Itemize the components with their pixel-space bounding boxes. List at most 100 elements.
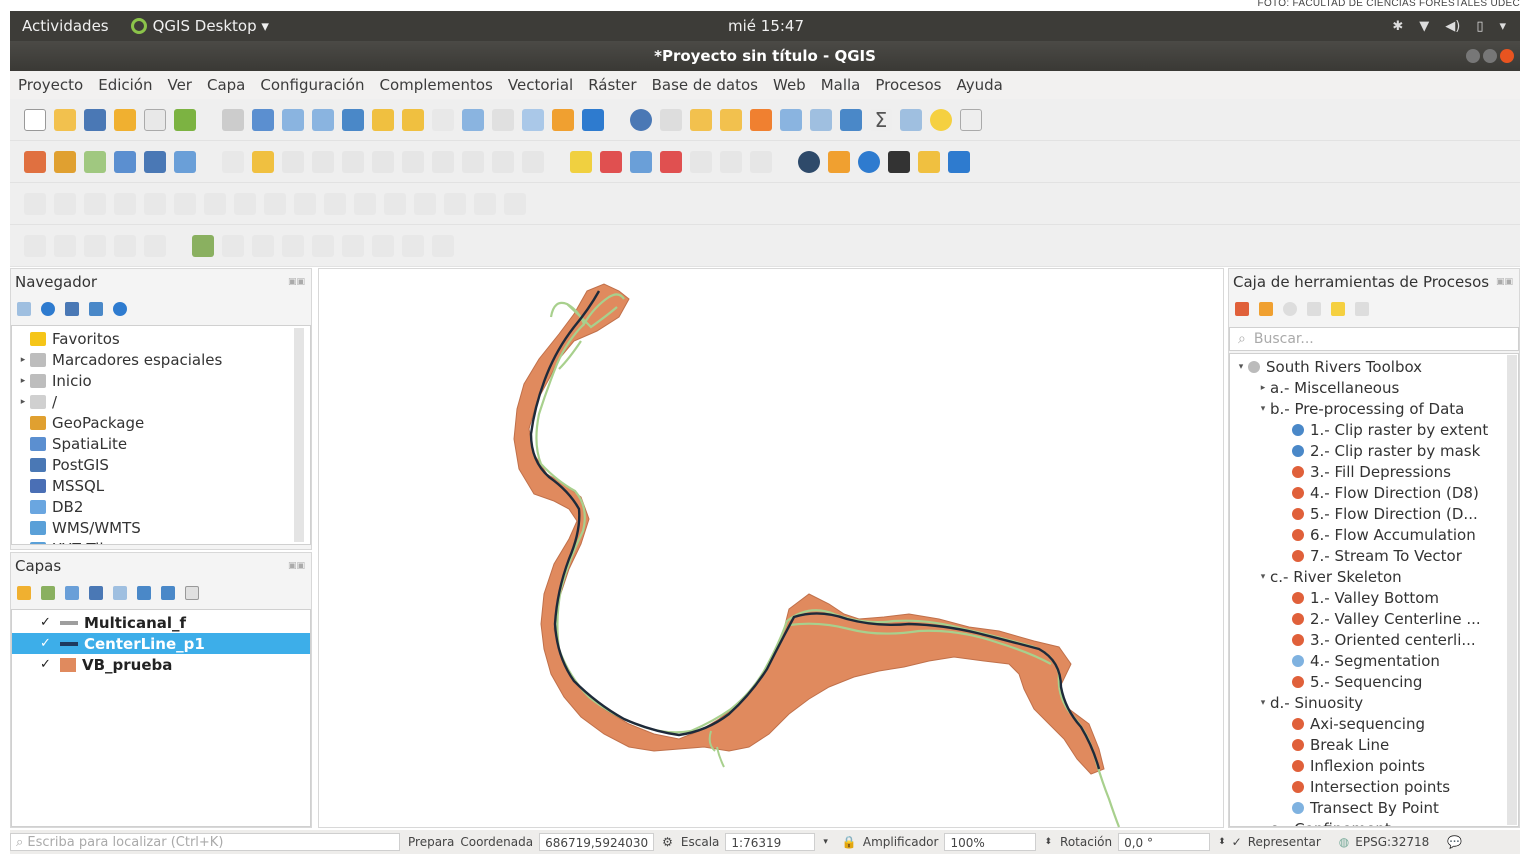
algorithm-item[interactable]: 1.- Valley Bottom: [1230, 587, 1518, 608]
expand-arrow-icon[interactable]: ▸: [1256, 383, 1270, 393]
mesh-tool-icon[interactable]: [432, 234, 454, 257]
filter-legend-icon[interactable]: [89, 586, 103, 600]
menu-raster[interactable]: Ráster: [588, 76, 636, 94]
processing-group[interactable]: ▾ c.- River Skeleton: [1230, 566, 1518, 587]
algorithm-item[interactable]: 4.- Segmentation: [1230, 650, 1518, 671]
layer-symbol-icon[interactable]: [60, 620, 78, 625]
avoid-overlap-icon[interactable]: [402, 234, 424, 257]
results-viewer-icon[interactable]: [1307, 302, 1321, 316]
layer-visibility-checkbox[interactable]: ✓: [40, 615, 54, 630]
menu-capa[interactable]: Capa: [207, 76, 245, 94]
label-tool-icon[interactable]: [570, 150, 592, 173]
rectangle-icon[interactable]: [114, 234, 136, 257]
run-action-icon[interactable]: [660, 108, 682, 131]
circular-string-icon[interactable]: [24, 234, 46, 257]
multichannel-line[interactable]: [535, 293, 1121, 828]
data-source-manager-icon[interactable]: [24, 150, 46, 173]
zoom-to-layer-icon[interactable]: [402, 108, 424, 131]
browser-item[interactable]: ▸ /: [16, 391, 310, 412]
render-checkbox[interactable]: ✓: [1232, 835, 1242, 849]
circle-icon[interactable]: [54, 234, 76, 257]
lock-scale-icon[interactable]: 🔒: [842, 835, 857, 849]
cut-features-icon[interactable]: [402, 150, 424, 173]
redo-icon[interactable]: [522, 150, 544, 173]
collapse-all-icon[interactable]: [161, 586, 175, 600]
highlight-labels-icon[interactable]: [630, 150, 652, 173]
menu-proyecto[interactable]: Proyecto: [18, 76, 83, 94]
models-icon[interactable]: [1235, 302, 1249, 316]
menu-procesos[interactable]: Procesos: [875, 76, 941, 94]
statistics-sum-icon[interactable]: Σ: [870, 108, 892, 131]
app-menu-button[interactable]: QGIS Desktop ▾: [130, 17, 269, 35]
algorithm-item[interactable]: Axi-sequencing: [1230, 713, 1518, 734]
browser-item[interactable]: WMS/WMTS: [16, 517, 310, 538]
collapse-all-icon[interactable]: [89, 302, 103, 316]
measure-icon[interactable]: [900, 108, 922, 131]
zoom-in-icon[interactable]: [282, 108, 304, 131]
add-wms-icon[interactable]: [174, 150, 196, 173]
layer-visibility-checkbox[interactable]: ✓: [40, 657, 54, 672]
edit-features-in-place-icon[interactable]: [1331, 302, 1345, 316]
toggle-editing-icon[interactable]: [252, 150, 274, 173]
rotation-spin-icon[interactable]: ⬍: [1218, 837, 1226, 847]
zoom-out-icon[interactable]: [312, 108, 334, 131]
menu-configuracion[interactable]: Configuración: [260, 76, 364, 94]
toggle-extents-icon[interactable]: ⚙: [662, 835, 673, 849]
show-labels-icon[interactable]: [660, 150, 682, 173]
current-edits-icon[interactable]: [222, 150, 244, 173]
add-group-icon[interactable]: [41, 586, 55, 600]
delete-part-icon[interactable]: [234, 192, 256, 215]
zoom-native-icon[interactable]: [432, 108, 454, 131]
messages-icon[interactable]: 💬: [1447, 835, 1462, 849]
system-menu-chevron-icon[interactable]: ▾: [1499, 19, 1506, 34]
browser-item[interactable]: DB2: [16, 496, 310, 517]
split-features-icon[interactable]: [324, 192, 346, 215]
expand-arrow-icon[interactable]: ▸: [1256, 824, 1270, 827]
zoom-full-icon[interactable]: [342, 108, 364, 131]
snapping-layers-icon[interactable]: [222, 234, 244, 257]
panel-float-close-icon[interactable]: ▣▣: [288, 561, 305, 571]
rotate-feature-icon[interactable]: [54, 192, 76, 215]
open-layer-styling-icon[interactable]: [17, 586, 31, 600]
vertex-tool-icon[interactable]: [342, 150, 364, 173]
browser-item[interactable]: GeoPackage: [16, 412, 310, 433]
algorithm-item[interactable]: 2.- Valley Centerline ...: [1230, 608, 1518, 629]
scale-field[interactable]: 1:76319: [725, 833, 816, 851]
algorithm-item[interactable]: Transect By Point: [1230, 797, 1518, 818]
expand-arrow-icon[interactable]: ▾: [1234, 362, 1248, 372]
save-edits-icon[interactable]: [282, 150, 304, 173]
filter-expression-icon[interactable]: [113, 586, 127, 600]
menu-edicion[interactable]: Edición: [98, 76, 152, 94]
attribute-table-icon[interactable]: [780, 108, 802, 131]
select-features-icon[interactable]: [690, 108, 712, 131]
expand-arrow-icon[interactable]: ▾: [1256, 698, 1270, 708]
options-icon[interactable]: [1355, 302, 1369, 316]
ellipse-icon[interactable]: [84, 234, 106, 257]
algorithm-item[interactable]: 7.- Stream To Vector: [1230, 545, 1518, 566]
advanced-digitizing-icon[interactable]: [24, 192, 46, 215]
scale-dropdown-chevron-icon[interactable]: ▾: [823, 837, 828, 847]
delete-ring-icon[interactable]: [204, 192, 226, 215]
add-part-icon[interactable]: [144, 192, 166, 215]
snapping-tolerance-icon[interactable]: [342, 234, 364, 257]
browser-item[interactable]: MSSQL: [16, 475, 310, 496]
menu-ayuda[interactable]: Ayuda: [956, 76, 1002, 94]
processing-group[interactable]: ▾ b.- Pre-processing of Data: [1230, 398, 1518, 419]
simplify-icon[interactable]: [84, 192, 106, 215]
algorithm-item[interactable]: 2.- Clip raster by mask: [1230, 440, 1518, 461]
field-calculator-icon[interactable]: [810, 108, 832, 131]
browser-scrollbar[interactable]: [294, 328, 304, 542]
processing-group[interactable]: ▾ d.- Sinuosity: [1230, 692, 1518, 713]
temporal-controller-icon[interactable]: [552, 108, 574, 131]
browser-item[interactable]: ▸ Inicio: [16, 370, 310, 391]
reshape-icon[interactable]: [264, 192, 286, 215]
deselect-icon[interactable]: [750, 108, 772, 131]
zoom-to-selection-icon[interactable]: [372, 108, 394, 131]
layout-manager-icon[interactable]: [144, 108, 166, 131]
self-snapping-icon[interactable]: [372, 234, 394, 257]
algorithm-item[interactable]: 5.- Flow Direction (D...: [1230, 503, 1518, 524]
browser-item[interactable]: Favoritos: [16, 328, 310, 349]
close-button[interactable]: [1500, 49, 1514, 63]
save-project-icon[interactable]: [84, 108, 106, 131]
move-label-icon[interactable]: [690, 150, 712, 173]
